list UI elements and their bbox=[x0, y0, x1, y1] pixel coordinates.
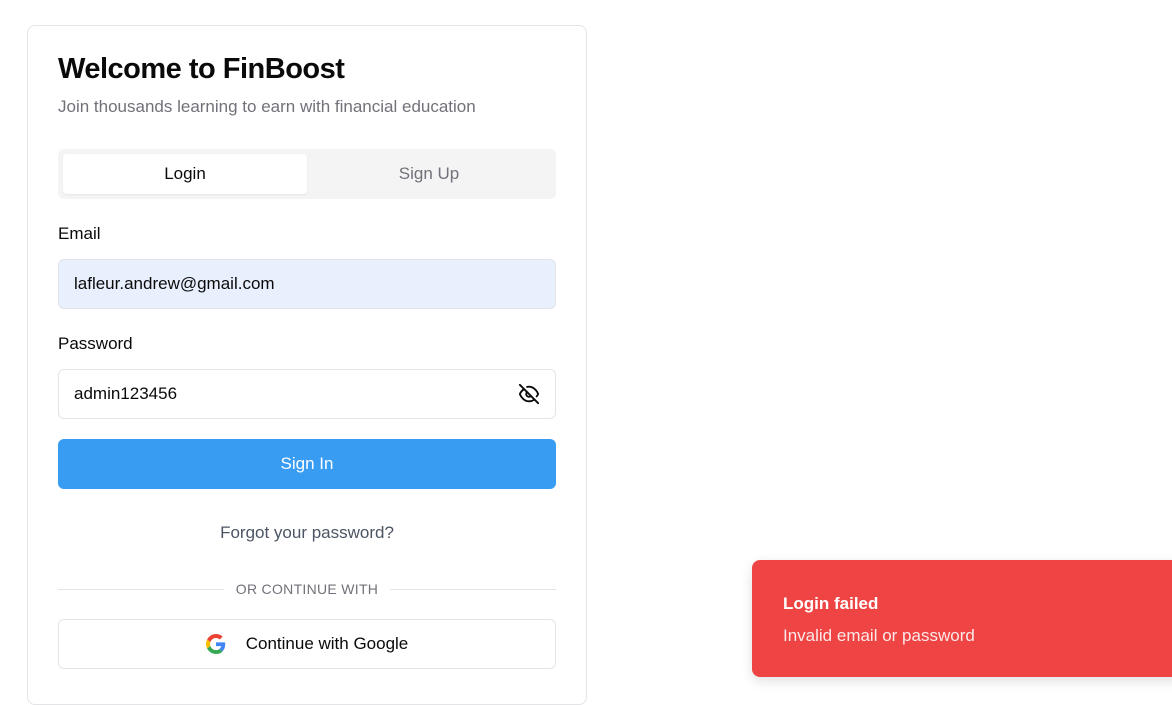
login-card: Welcome to FinBoost Join thousands learn… bbox=[27, 25, 587, 705]
email-field[interactable] bbox=[58, 259, 556, 309]
toast-title: Login failed bbox=[783, 594, 879, 613]
eye-off-icon[interactable] bbox=[518, 383, 540, 405]
divider-label: OR CONTINUE WITH bbox=[235, 581, 379, 597]
tab-login[interactable]: Login bbox=[63, 154, 307, 194]
auth-tabs: Login Sign Up bbox=[58, 149, 556, 199]
divider: OR CONTINUE WITH bbox=[58, 579, 556, 599]
divider-line-right bbox=[390, 588, 556, 590]
page-subtitle: Join thousands learning to earn with fin… bbox=[58, 97, 476, 116]
forgot-password-link[interactable]: Forgot your password? bbox=[58, 523, 556, 543]
sign-in-button[interactable]: Sign In bbox=[58, 439, 556, 489]
continue-with-google-button[interactable]: Continue with Google bbox=[58, 619, 556, 669]
toast-description: Invalid email or password bbox=[783, 626, 975, 645]
email-label: Email bbox=[58, 224, 101, 243]
divider-line-left bbox=[58, 588, 224, 590]
error-toast[interactable]: Login failed Invalid email or password bbox=[752, 560, 1172, 677]
google-icon bbox=[205, 634, 226, 654]
password-field[interactable] bbox=[58, 369, 556, 419]
page-title: Welcome to FinBoost bbox=[58, 53, 345, 85]
password-label: Password bbox=[58, 334, 133, 353]
google-button-label: Continue with Google bbox=[245, 634, 409, 653]
tab-sign-up[interactable]: Sign Up bbox=[307, 154, 551, 194]
